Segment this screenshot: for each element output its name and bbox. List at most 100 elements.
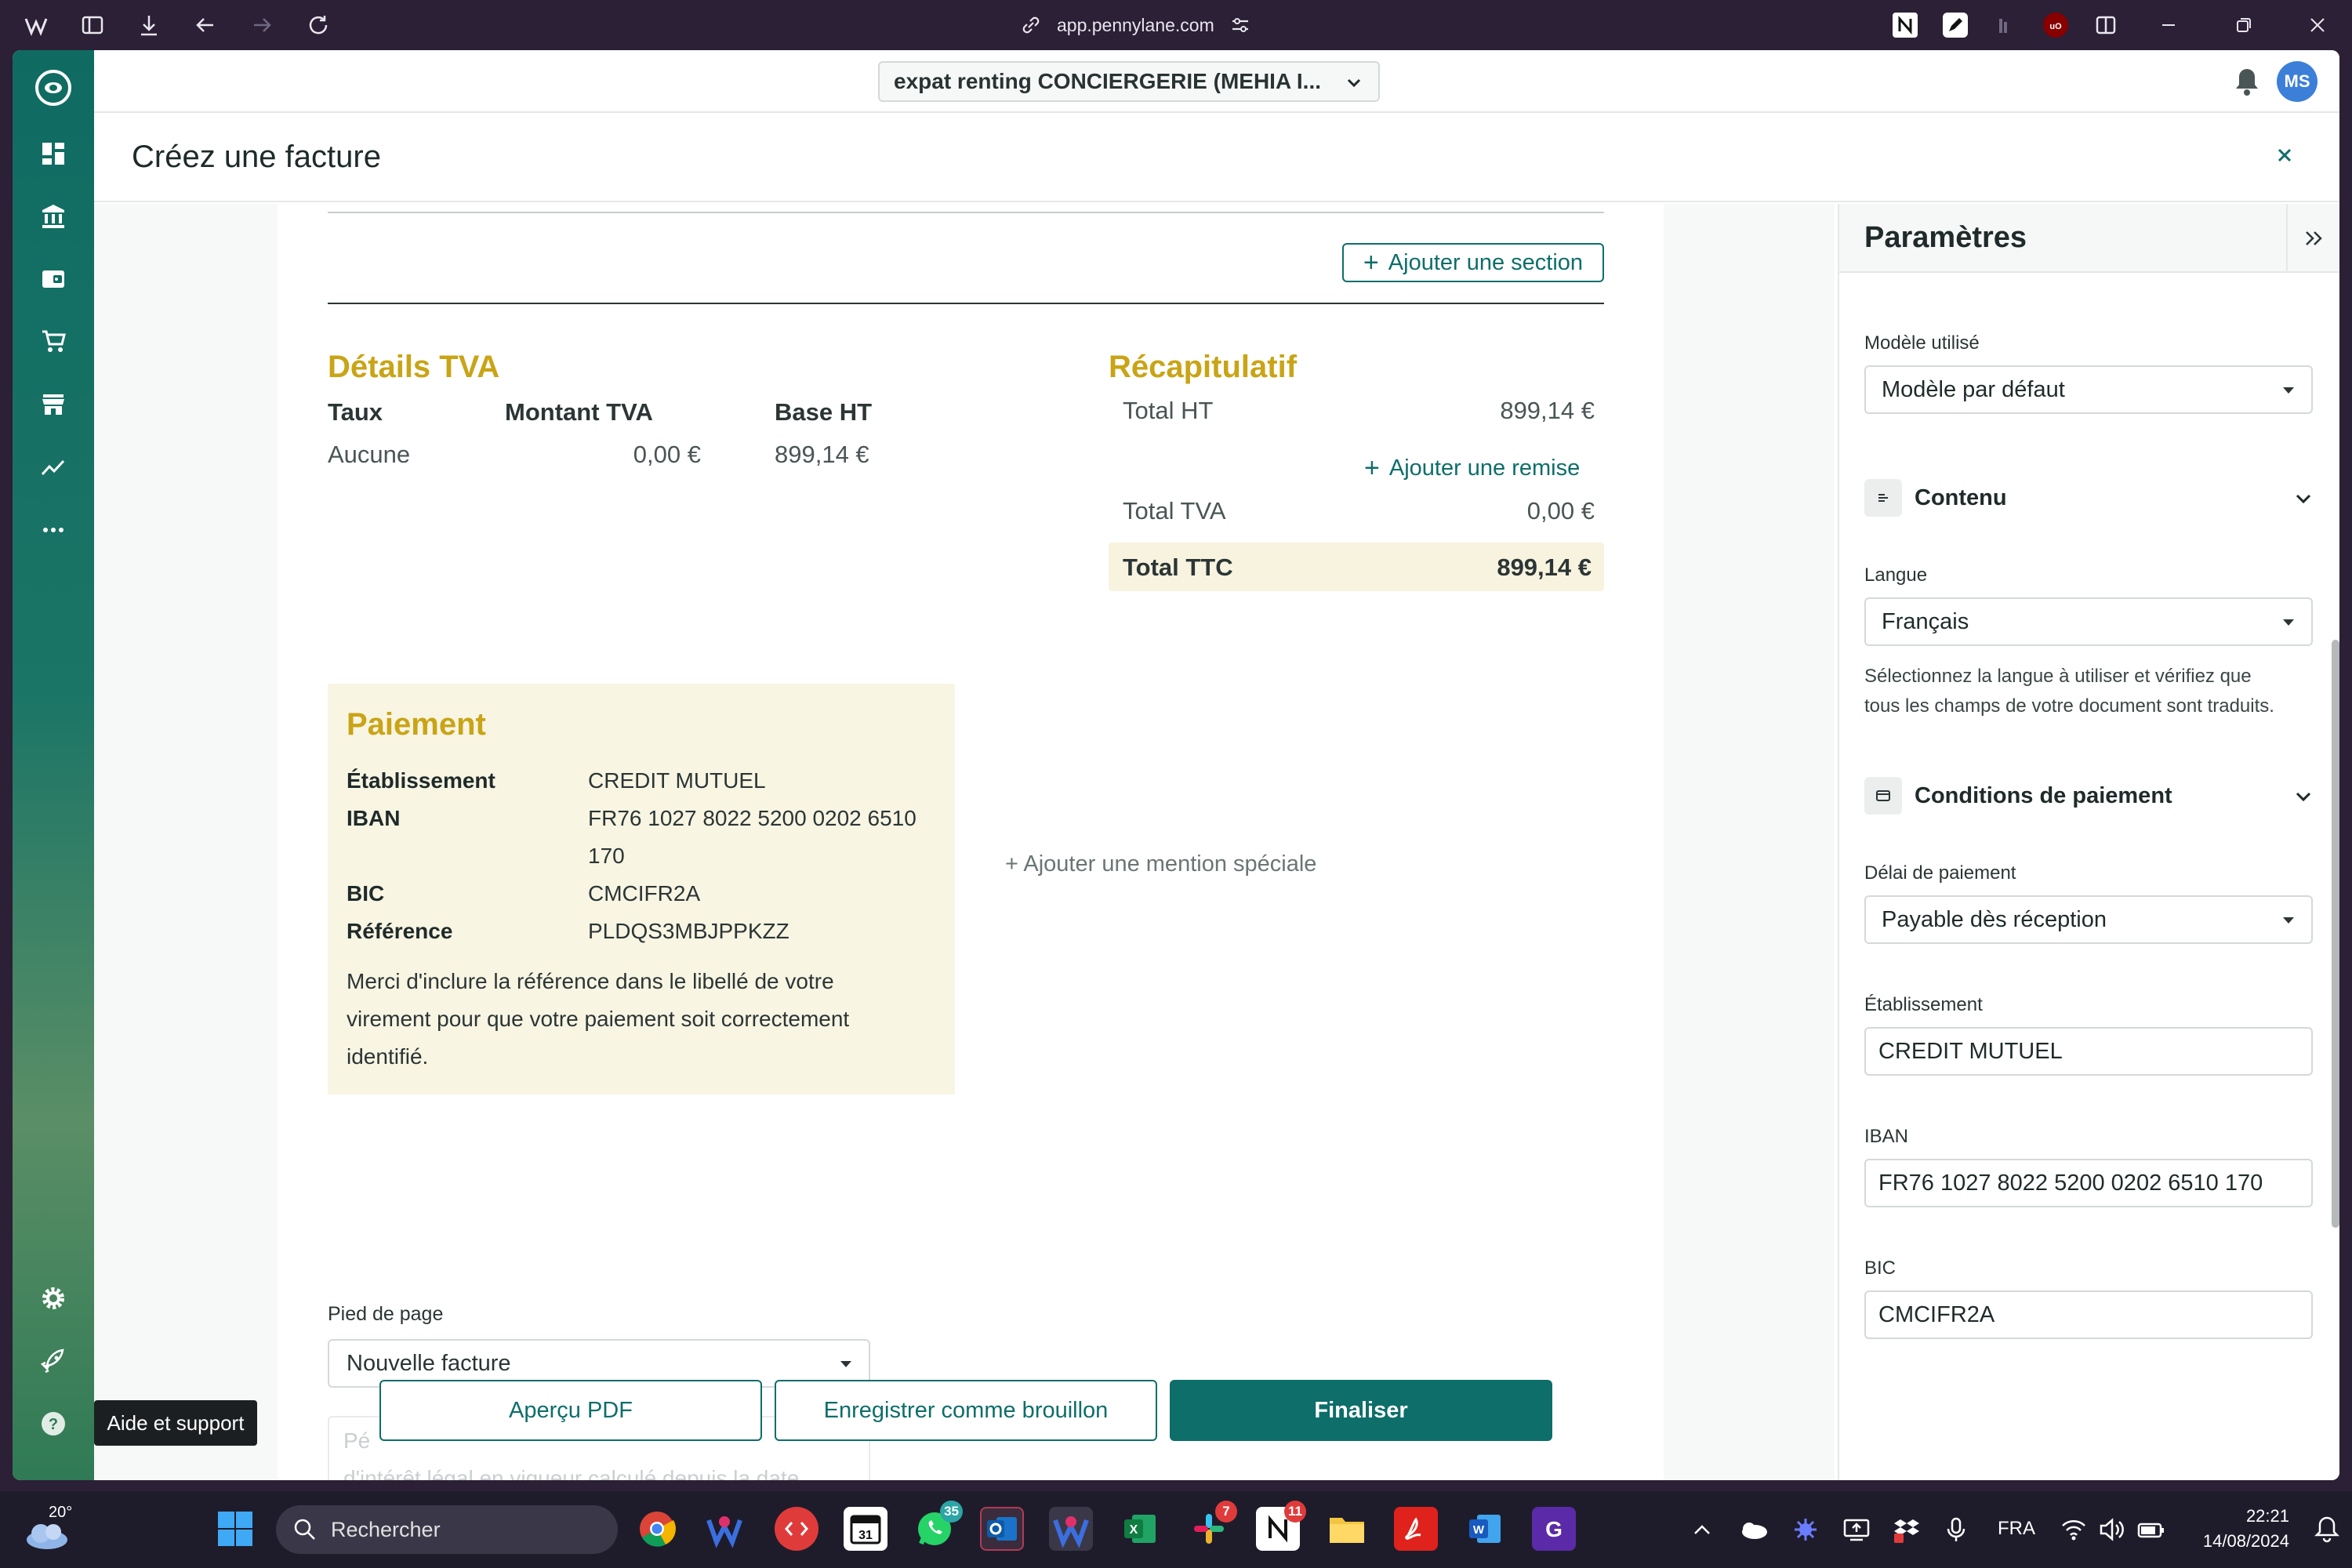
notifications-icon[interactable] bbox=[2313, 1515, 2341, 1543]
settings-gear-icon[interactable] bbox=[36, 1281, 71, 1316]
file-explorer-app-icon[interactable] bbox=[1325, 1507, 1369, 1551]
windows-taskbar: 20° Rechercher 31 35 X 7 11 W G FRA 22:2… bbox=[0, 1491, 2352, 1568]
bank-icon[interactable] bbox=[36, 199, 71, 234]
payment-box[interactable]: Paiement Établissement CREDIT MUTUEL IBA… bbox=[328, 684, 955, 1094]
svg-text:?: ? bbox=[49, 1416, 58, 1433]
word-app-icon[interactable]: W bbox=[1463, 1507, 1507, 1551]
payment-conditions-title: Conditions de paiement bbox=[1915, 782, 2172, 808]
onedrive-icon[interactable] bbox=[1737, 1519, 1769, 1540]
windows-start-icon[interactable] bbox=[213, 1507, 257, 1551]
total-tva-label: Total TVA bbox=[1123, 497, 1226, 524]
more-icon[interactable] bbox=[36, 513, 71, 547]
add-discount-link[interactable]: + Ajouter une remise bbox=[1364, 453, 1580, 484]
tray-screen-icon[interactable] bbox=[1842, 1516, 1871, 1543]
minimize-icon[interactable] bbox=[2156, 13, 2181, 38]
g-app-icon[interactable]: G bbox=[1532, 1507, 1576, 1551]
whatsapp-app-icon[interactable]: 35 bbox=[913, 1501, 963, 1551]
store-icon[interactable] bbox=[36, 387, 71, 422]
restore-icon[interactable] bbox=[2231, 13, 2256, 38]
total-ht-value: 899,14 € bbox=[1500, 397, 1595, 424]
search-icon bbox=[294, 1519, 315, 1540]
back-icon[interactable] bbox=[193, 13, 218, 38]
outlook-app-icon[interactable] bbox=[980, 1507, 1024, 1551]
vat-title: Détails TVA bbox=[328, 350, 500, 384]
vat-rate-value: Aucune bbox=[328, 441, 411, 468]
company-selector[interactable]: expat renting CONCIERGERIE (MEHIA I... bbox=[878, 61, 1380, 102]
save-draft-button[interactable]: Enregistrer comme brouillon bbox=[775, 1380, 1157, 1441]
parameters-header: Paramètres bbox=[1839, 204, 2339, 273]
rocket-icon[interactable] bbox=[36, 1344, 71, 1378]
sidebar: ? bbox=[13, 50, 94, 1480]
preview-pdf-button[interactable]: Aperçu PDF bbox=[379, 1380, 762, 1441]
close-icon[interactable] bbox=[2272, 143, 2297, 168]
sidebar-toggle-icon[interactable] bbox=[80, 13, 105, 38]
content-section-toggle[interactable]: Contenu bbox=[1864, 478, 2313, 517]
wifi-icon[interactable] bbox=[2060, 1516, 2087, 1543]
collapse-panel-icon[interactable] bbox=[2286, 204, 2339, 273]
calendar-app-icon[interactable]: 31 bbox=[844, 1507, 887, 1551]
chrome-app-icon[interactable] bbox=[635, 1507, 679, 1551]
add-special-mention-link[interactable]: + Ajouter une mention spéciale bbox=[1005, 851, 1316, 877]
close-window-icon[interactable] bbox=[2305, 13, 2330, 38]
payment-note-line1: Merci d'inclure la référence dans le lib… bbox=[347, 969, 834, 993]
weather-widget[interactable]: 20° bbox=[24, 1504, 78, 1552]
payment-bic-label: BIC bbox=[347, 881, 385, 906]
notion-badge: 11 bbox=[1284, 1501, 1306, 1523]
forward-icon[interactable] bbox=[249, 13, 274, 38]
search-placeholder: Rechercher bbox=[331, 1517, 441, 1541]
svg-text:X: X bbox=[1130, 1523, 1138, 1537]
wave-active-app-icon[interactable] bbox=[1049, 1507, 1093, 1551]
dashboard-icon[interactable] bbox=[36, 136, 71, 171]
caret-down-icon bbox=[2283, 917, 2294, 924]
iban-input[interactable]: FR76 1027 8022 5200 0202 6510 170 bbox=[1864, 1159, 2313, 1207]
bank-input[interactable]: CREDIT MUTUEL bbox=[1864, 1027, 2313, 1076]
user-avatar[interactable]: MS bbox=[2277, 61, 2318, 102]
pennylane-logo-icon[interactable] bbox=[34, 69, 72, 107]
add-section-button[interactable]: + Ajouter une section bbox=[1342, 243, 1604, 282]
volume-icon[interactable] bbox=[2098, 1516, 2125, 1543]
extension-icon[interactable] bbox=[1993, 13, 2018, 38]
payment-delay-select[interactable]: Payable dès réception bbox=[1864, 895, 2313, 944]
slack-app-icon[interactable]: 7 bbox=[1187, 1501, 1237, 1551]
language-select[interactable]: Français bbox=[1864, 597, 2313, 646]
help-icon[interactable]: ? bbox=[36, 1406, 71, 1441]
dropbox-icon[interactable] bbox=[1893, 1516, 1921, 1543]
ublock-extension-icon[interactable]: uO bbox=[2043, 13, 2068, 38]
tray-star-icon[interactable] bbox=[1792, 1516, 1819, 1543]
payment-iban-value-line2: 170 bbox=[588, 844, 625, 868]
microphone-icon[interactable] bbox=[1944, 1516, 1968, 1543]
model-select[interactable]: Modèle par défaut bbox=[1864, 365, 2313, 414]
footer-label: Pied de page bbox=[328, 1303, 444, 1325]
wallet-icon[interactable] bbox=[36, 262, 71, 296]
taskbar-search[interactable]: Rechercher bbox=[276, 1505, 618, 1554]
excel-app-icon[interactable]: X bbox=[1118, 1507, 1162, 1551]
dev-app-icon[interactable] bbox=[775, 1507, 818, 1551]
input-language[interactable]: FRA bbox=[1998, 1518, 2035, 1540]
browser-logo-icon[interactable] bbox=[24, 13, 49, 38]
analytics-icon[interactable] bbox=[36, 450, 71, 485]
acrobat-app-icon[interactable] bbox=[1394, 1507, 1438, 1551]
reload-icon[interactable] bbox=[306, 13, 331, 38]
payment-conditions-section-toggle[interactable]: Conditions de paiement bbox=[1864, 776, 2313, 815]
tray-overflow-icon[interactable] bbox=[1690, 1518, 1714, 1541]
battery-icon[interactable] bbox=[2136, 1516, 2167, 1543]
notification-bell-icon[interactable] bbox=[2233, 66, 2261, 97]
notion-extension-icon[interactable] bbox=[1893, 13, 1918, 38]
chevron-down-icon bbox=[1347, 78, 1361, 88]
download-icon[interactable] bbox=[136, 13, 162, 38]
add-discount-label: Ajouter une remise bbox=[1388, 456, 1581, 481]
svg-text:G: G bbox=[1545, 1517, 1563, 1541]
cart-icon[interactable] bbox=[36, 325, 71, 359]
panel-scrollbar[interactable] bbox=[2332, 640, 2339, 1228]
pen-extension-icon[interactable] bbox=[1943, 13, 1968, 38]
finalize-button[interactable]: Finaliser bbox=[1170, 1380, 1552, 1441]
payment-bank-value: CREDIT MUTUEL bbox=[588, 768, 766, 793]
bic-input[interactable]: CMCIFR2A bbox=[1864, 1290, 2313, 1339]
svg-text:W: W bbox=[1473, 1523, 1485, 1537]
notion-app-icon[interactable]: 11 bbox=[1256, 1501, 1306, 1551]
split-view-icon[interactable] bbox=[2093, 13, 2118, 38]
clock[interactable]: 22:21 14/08/2024 bbox=[2180, 1504, 2289, 1554]
site-settings-icon[interactable] bbox=[1229, 13, 1252, 37]
address-bar[interactable]: app.pennylane.com bbox=[1019, 11, 1252, 39]
wave-browser-app-icon[interactable] bbox=[702, 1507, 746, 1551]
